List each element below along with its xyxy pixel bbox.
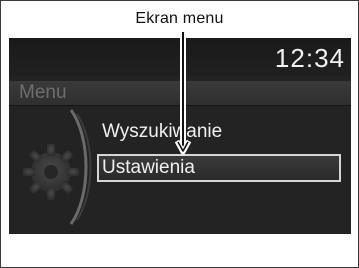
menu-item-label: Ustawienia [102, 157, 195, 178]
clock: 12:34 [274, 43, 345, 73]
status-bar: 12:34 [9, 38, 351, 76]
menu-item-search[interactable]: Wyszukiwanie [97, 118, 341, 146]
menu-item-label: Wyszukiwanie [102, 121, 223, 142]
display-screen: 12:34 Menu Wyszukiwanie Ustawienia [9, 38, 351, 234]
figure-caption: Ekran menu [135, 10, 224, 27]
menu-divider [9, 105, 351, 106]
menu-title: Menu [19, 82, 67, 103]
menu-item-settings[interactable]: Ustawienia [97, 154, 341, 182]
menu-arc-decoration [69, 109, 92, 225]
screen-bottom-margin [9, 234, 351, 264]
menu-header: Menu [9, 81, 351, 105]
